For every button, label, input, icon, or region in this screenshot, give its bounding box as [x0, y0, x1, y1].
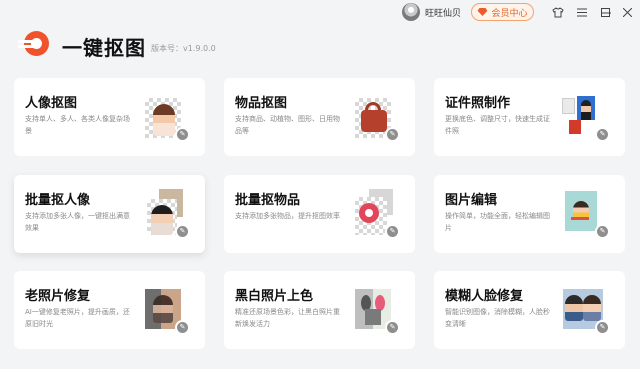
card-image-edit[interactable]: 图片编辑 操作简单，功能全面，轻松编辑图片 ✎	[434, 175, 625, 253]
card-portrait-cutout[interactable]: 人像抠图 支持单人、多人、各类人像复杂场景 ✎	[14, 78, 205, 156]
diamond-icon	[477, 8, 488, 16]
card-title: 人像抠图	[25, 96, 78, 111]
card-title: 黑白照片上色	[235, 289, 314, 304]
old-photo-icon: ✎	[145, 289, 190, 335]
card-object-cutout[interactable]: 物品抠图 支持商品、动植物、图形、日用物品等 ✎	[224, 78, 415, 156]
card-description: 操作简单，功能全面，轻松编辑图片	[445, 212, 550, 232]
close-icon[interactable]	[618, 3, 636, 21]
batch-portrait-icon: ✎	[145, 189, 190, 239]
app-logo	[18, 31, 51, 56]
card-description: 更换底色、调整尺寸，快速生成证件照	[445, 115, 550, 135]
card-title: 老照片修复	[25, 289, 91, 304]
card-batch-object[interactable]: 批量抠物品 支持添加多张物品，提升抠图效率 ✎	[224, 175, 415, 253]
card-description: 支持添加多张物品，提升抠图效率	[235, 212, 340, 220]
card-batch-portrait[interactable]: 批量抠人像 支持添加多张人像，一键抠出满意效果 ✎	[14, 175, 205, 253]
card-description: 支持单人、多人、各类人像复杂场景	[25, 115, 130, 135]
card-id-photo[interactable]: 证件照制作 更换底色、调整尺寸，快速生成证件照 ✎	[434, 78, 625, 156]
card-title: 模糊人脸修复	[445, 289, 524, 304]
face-restore-icon: ✎	[563, 289, 610, 335]
card-title: 批量抠人像	[25, 193, 91, 208]
card-description: 智能识别图像，消除模糊，人脸秒变清晰	[445, 308, 550, 328]
colorize-icon: ✎	[355, 289, 400, 335]
card-title: 物品抠图	[235, 96, 288, 111]
portrait-cutout-icon: ✎	[145, 96, 190, 142]
card-description: 支持添加多张人像，一键抠出满意效果	[25, 212, 130, 232]
object-cutout-icon: ✎	[355, 96, 400, 142]
card-description: 支持商品、动植物、图形、日用物品等	[235, 115, 340, 135]
vip-center-button[interactable]: 会员中心	[471, 3, 534, 21]
card-title: 批量抠物品	[235, 193, 301, 208]
id-photo-icon: ✎	[562, 96, 610, 142]
vip-center-label: 会员中心	[491, 8, 528, 19]
card-description: 精准还原场景色彩，让黑白照片重新焕发活力	[235, 308, 340, 328]
card-old-photo-restore[interactable]: 老照片修复 AI一键修复老照片，提升画质，还原旧时光 ✎	[14, 271, 205, 349]
app-title: 一键抠图	[62, 36, 146, 60]
card-description: AI一键修复老照片，提升画质，还原旧时光	[25, 308, 130, 328]
card-title: 图片编辑	[445, 193, 498, 208]
card-colorize-photo[interactable]: 黑白照片上色 精准还原场景色彩，让黑白照片重新焕发活力 ✎	[224, 271, 415, 349]
batch-object-icon: ✎	[355, 189, 400, 239]
menu-icon[interactable]	[573, 3, 591, 21]
title-bar: 旺旺仙贝 会员中心	[0, 0, 640, 24]
user-profile[interactable]: 旺旺仙贝	[402, 3, 461, 21]
card-blurry-face-restore[interactable]: 模糊人脸修复 智能识别图像，消除模糊，人脸秒变清晰 ✎	[434, 271, 625, 349]
card-title: 证件照制作	[445, 96, 511, 111]
shirt-icon[interactable]	[549, 3, 567, 21]
maximize-icon[interactable]	[596, 3, 614, 21]
avatar[interactable]	[402, 3, 420, 21]
image-edit-icon: ✎	[565, 191, 610, 239]
username[interactable]: 旺旺仙贝	[425, 6, 461, 19]
version-label: 版本号：v1.9.0.0	[151, 44, 216, 53]
